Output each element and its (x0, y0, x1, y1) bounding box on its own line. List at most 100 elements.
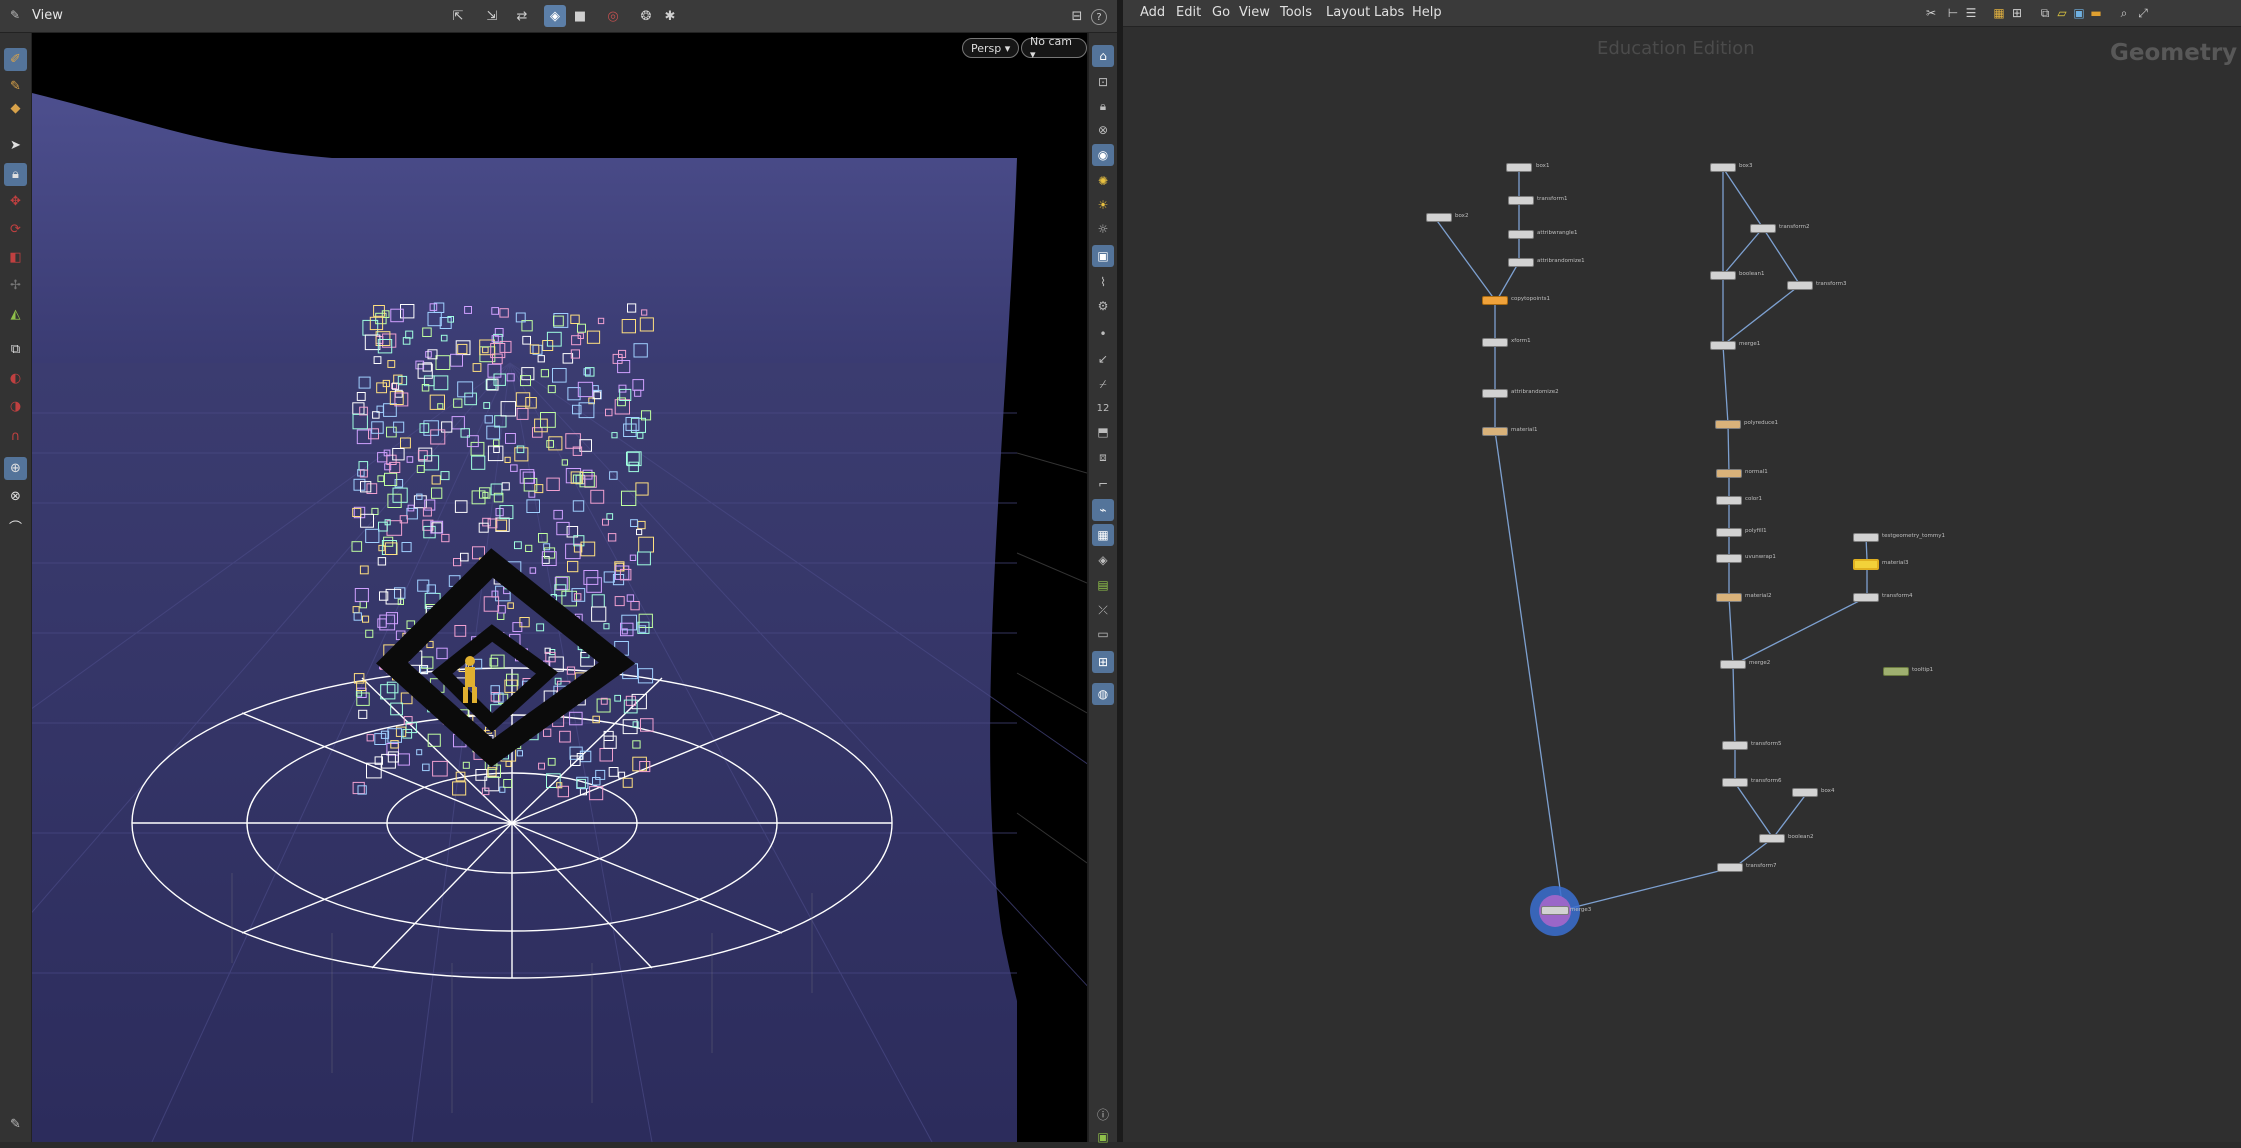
persistent-handle-icon[interactable]: ◍ (1092, 683, 1114, 705)
normals-icon[interactable]: ↙ (1092, 348, 1114, 370)
scale-tool-icon[interactable]: ◧ (4, 246, 27, 269)
points-icon[interactable]: • (1092, 323, 1114, 345)
3d-viewport[interactable]: Persp ▾ No cam ▾ (32, 33, 1087, 1142)
select-mode-icon[interactable]: ⇱ (447, 5, 469, 27)
node-normal1[interactable] (1716, 469, 1742, 478)
paint-tool-icon[interactable]: ✐ (4, 48, 27, 71)
camera-icon[interactable]: ⧈ (1092, 446, 1114, 468)
sculpt-tool-icon[interactable]: ✎ (4, 75, 27, 98)
numbers-icon[interactable]: 12 (1092, 397, 1114, 419)
handle-tool-icon[interactable]: ◭ (4, 303, 27, 326)
handle-icon[interactable]: ⤫ (1092, 599, 1114, 621)
node-box1[interactable] (1506, 163, 1532, 172)
select-tool-icon[interactable]: ➤ (4, 134, 27, 157)
node-transform6[interactable] (1722, 778, 1748, 787)
node-material2[interactable] (1716, 593, 1742, 602)
render-region-icon[interactable]: ✱ (659, 5, 681, 27)
node-transform7[interactable] (1717, 863, 1743, 872)
move-tool-icon[interactable]: ✥ (4, 190, 27, 213)
node-transform2[interactable] (1750, 224, 1776, 233)
node-polyfill1[interactable] (1716, 528, 1742, 537)
camera-tool-icon[interactable]: ⧉ (4, 338, 27, 361)
backdrop-wall (32, 93, 1017, 363)
node-color1[interactable] (1716, 496, 1742, 505)
node-label: polyfill1 (1745, 528, 1767, 534)
ruler-icon[interactable]: ⌐ (1092, 473, 1114, 495)
node-material1[interactable] (1482, 427, 1508, 436)
node-label: xform1 (1511, 338, 1531, 344)
node-label: polyreduce1 (1744, 420, 1779, 426)
node-label: material3 (1882, 560, 1909, 566)
snap-tool-icon[interactable]: ⊕ (4, 457, 27, 480)
brush-icon[interactable]: ⌁ (1092, 499, 1114, 521)
secure-select-icon[interactable]: ⇲ (481, 5, 503, 27)
snapshot-icon[interactable]: ❂ (635, 5, 657, 27)
node-material3[interactable] (1853, 559, 1879, 570)
grid-icon[interactable]: ▦ (1092, 524, 1114, 546)
node-box3[interactable] (1710, 163, 1736, 172)
node-xform1[interactable] (1482, 338, 1508, 347)
ambient-icon[interactable]: ☼ (1092, 218, 1114, 240)
node-merge2[interactable] (1720, 660, 1746, 669)
node-transform4[interactable] (1853, 593, 1879, 602)
light-icon[interactable]: ☀ (1092, 194, 1114, 216)
node-transform1[interactable] (1508, 196, 1534, 205)
node-label: material2 (1745, 593, 1772, 599)
frame-icon[interactable]: ⊡ (1092, 71, 1114, 93)
disc-wireframe (131, 667, 893, 979)
pick-icon[interactable]: ⌿ (1092, 373, 1114, 395)
node-copytopoints1[interactable] (1482, 296, 1508, 305)
status-icon[interactable]: ▣ (1092, 1126, 1114, 1148)
cam-menu[interactable]: No cam ▾ (1021, 35, 1087, 61)
background-icon[interactable]: ▣ (1092, 245, 1114, 267)
node-tooltip1[interactable] (1883, 667, 1909, 676)
record-icon[interactable]: ◎ (602, 5, 624, 27)
display-mode-icon[interactable]: ■ (569, 5, 591, 27)
snap-icon[interactable]: ⊗ (1092, 119, 1114, 141)
node-polyreduce1[interactable] (1715, 420, 1741, 429)
lock-icon[interactable]: 🔒︎ (4, 163, 27, 186)
node-attribrandomize1[interactable] (1508, 258, 1534, 267)
info-icon[interactable]: ⓘ (1092, 1103, 1114, 1125)
network-editor-pane[interactable]: Add Edit Go View Tools Layout Labs Help … (1123, 0, 2241, 1142)
transform-handle-icon[interactable]: ⇄ (511, 5, 533, 27)
bake-icon[interactable]: ⊞ (1092, 651, 1114, 673)
camera-menu[interactable]: Persp ▾ (962, 38, 1020, 58)
node-testgeometry-tommy1[interactable] (1853, 533, 1879, 542)
construction-tool-icon[interactable]: ⊗ (4, 485, 27, 508)
node-merge3[interactable] (1541, 906, 1569, 915)
geometry-icon[interactable]: ⬒ (1092, 421, 1114, 443)
turntable-tool-icon[interactable]: ⌒ (4, 515, 27, 538)
lock-camera-icon[interactable]: 🔒︎ (1092, 95, 1114, 117)
template-icon[interactable]: ⚙ (1092, 295, 1114, 317)
node-transform3[interactable] (1787, 281, 1813, 290)
magnet-tool-icon[interactable]: ∩ (4, 425, 27, 448)
rotate-tool-icon[interactable]: ⟳ (4, 218, 27, 241)
shading-icon[interactable]: ◉ (1092, 144, 1114, 166)
node-box2[interactable] (1426, 213, 1452, 222)
node-transform5[interactable] (1722, 741, 1748, 750)
node-label: copytopoints1 (1511, 296, 1551, 302)
pose-tool-icon[interactable]: ✢ (4, 274, 27, 297)
visibility-icon[interactable]: ◈ (1092, 549, 1114, 571)
view-tool-icon[interactable]: ◑ (4, 395, 27, 418)
node-attribrandomize2[interactable] (1482, 389, 1508, 398)
settings-tool-icon[interactable]: ✎ (4, 1113, 27, 1136)
node-boolean2[interactable] (1759, 834, 1785, 843)
home-view-icon[interactable]: ⌂ (1092, 45, 1114, 67)
brush-tool-icon[interactable]: ◆ (4, 97, 27, 120)
node-box4[interactable] (1792, 788, 1818, 797)
node-uvunwrap1[interactable] (1716, 554, 1742, 563)
help-icon[interactable]: ? (1091, 9, 1107, 25)
ghost-icon[interactable]: ⌇ (1092, 271, 1114, 293)
viewport-layout-icon[interactable]: ⊟ (1066, 5, 1088, 27)
node-attribwrangle1[interactable] (1508, 230, 1534, 239)
flipbook-icon[interactable]: ▤ (1092, 574, 1114, 596)
wireframe-mode-icon[interactable]: ◈ (544, 5, 566, 27)
render-tool-icon[interactable]: ◐ (4, 367, 27, 390)
headlight-icon[interactable]: ✺ (1092, 170, 1114, 192)
node-boolean1[interactable] (1710, 271, 1736, 280)
node-merge1[interactable] (1710, 341, 1736, 350)
render-icon[interactable]: ▭ (1092, 623, 1114, 645)
view-menu-icon[interactable]: ✎ (10, 8, 20, 22)
